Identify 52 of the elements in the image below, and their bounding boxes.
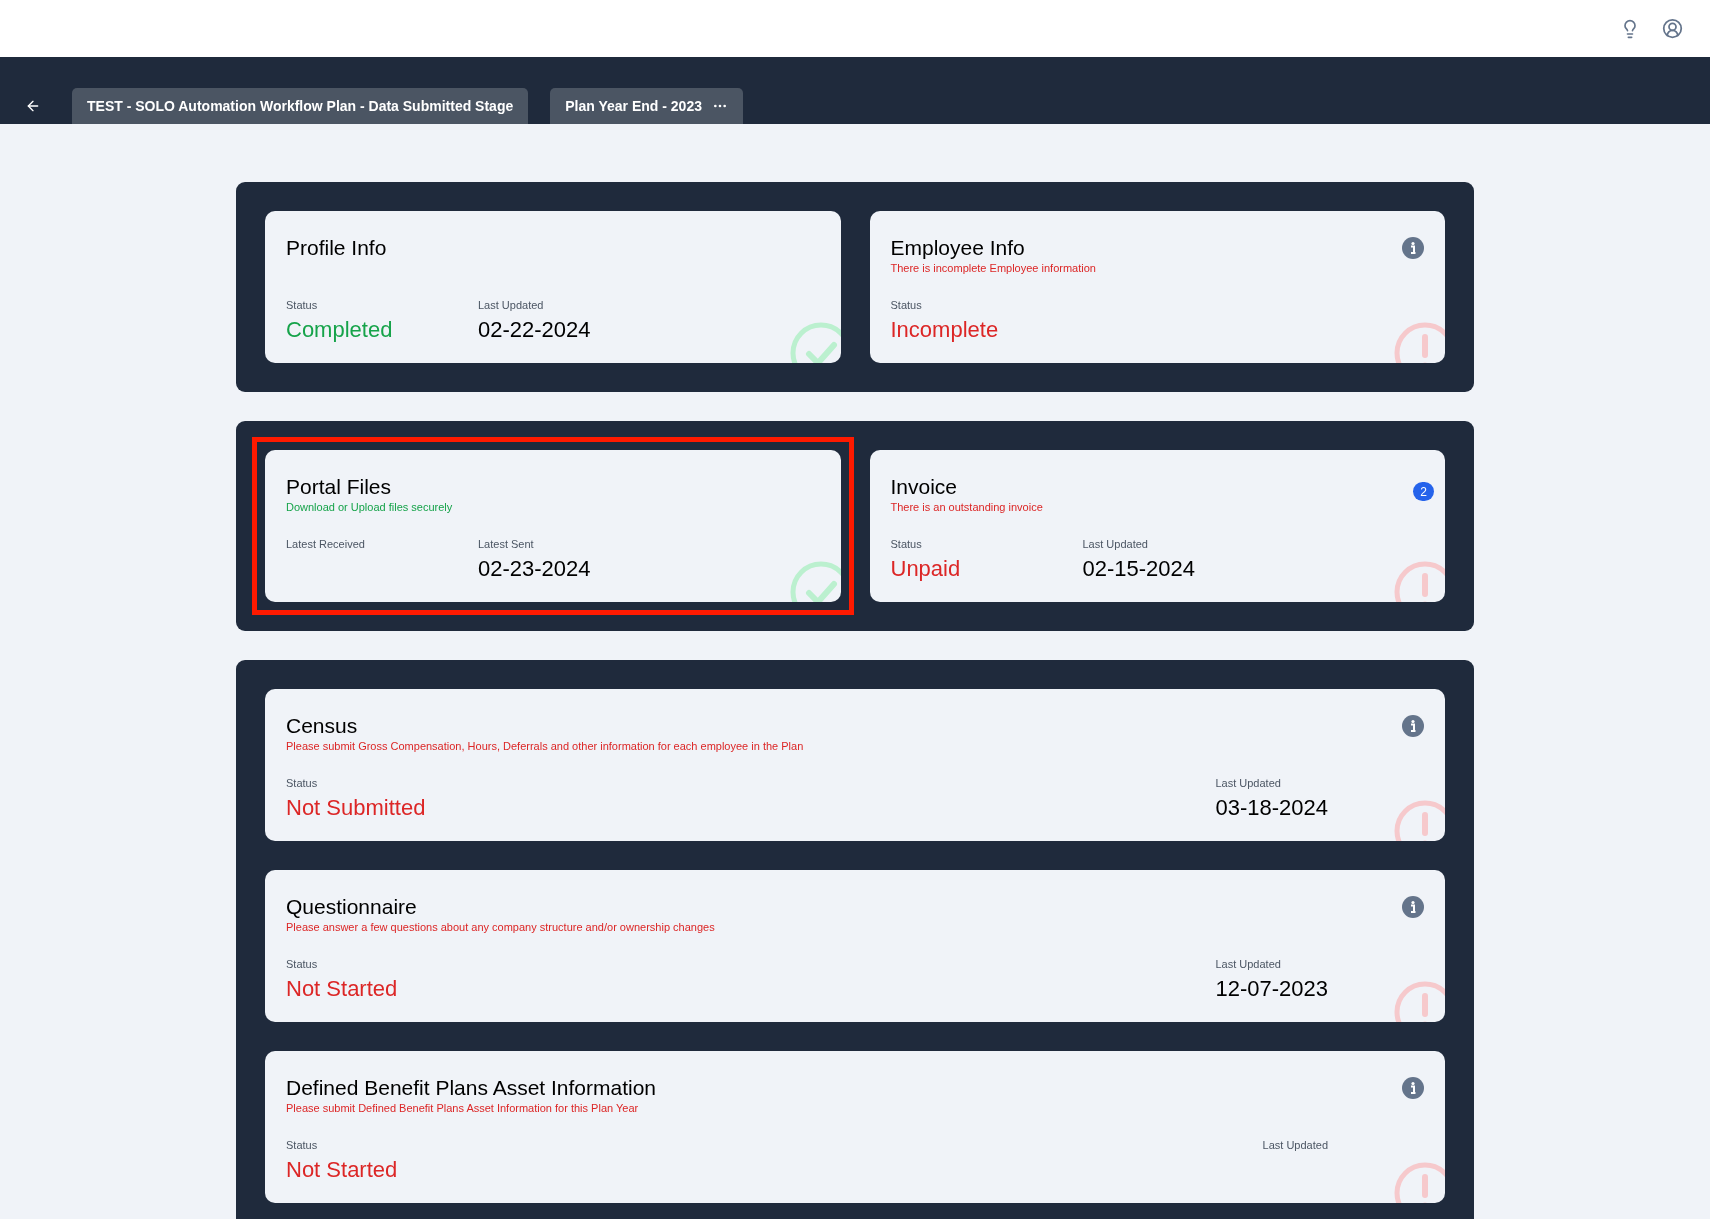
plan-tab[interactable]: Plan Year End - 2023: [550, 88, 743, 124]
field-label: Last Updated: [1082, 536, 1149, 552]
card-title: Census: [286, 713, 359, 739]
status-value: Incomplete: [890, 316, 1000, 344]
date-value: 02-15-2024: [1082, 555, 1197, 583]
field-label: Status: [890, 297, 923, 313]
info-icon[interactable]: [1402, 1077, 1424, 1099]
status-card[interactable]: Profile Info Status Completed Last Updated 02-22-2024: [265, 211, 841, 363]
info-icon[interactable]: [1402, 715, 1424, 737]
field-label: Status: [286, 297, 319, 313]
card-subtitle: Please submit Defined Benefit Plans Asset Information for this Plan Year: [286, 1101, 640, 1115]
card-subtitle: Download or Upload files securely: [286, 500, 453, 514]
card-subtitle: There is an outstanding invoice: [890, 500, 1043, 514]
status-value: Not Started: [286, 1156, 398, 1184]
card-title: Questionnaire: [286, 894, 418, 920]
status-value: Completed: [286, 316, 394, 344]
field-label: Status: [890, 536, 923, 552]
plan-tab[interactable]: TEST - SOLO Automation Workflow Plan - Data Submitted Stage: [72, 88, 529, 124]
status-card[interactable]: Portal Files Download or Upload files securely Latest Received Latest Sent 02-23-2024: [265, 450, 841, 602]
date-value: 12-07-2023: [1215, 975, 1328, 1003]
card-subtitle: There is incomplete Employee information: [890, 261, 1096, 275]
status-value: Not Started: [286, 975, 398, 1003]
card-title: Invoice: [890, 474, 959, 500]
field-label: Status: [286, 1137, 319, 1153]
field-label: Last Updated: [478, 297, 545, 313]
card-title: Profile Info: [286, 235, 387, 261]
status-value: Not Submitted: [286, 794, 426, 822]
field-label: Status: [286, 956, 319, 972]
status-card[interactable]: Invoice There is an outstanding invoice 2 Status Unpaid Last Updated 02-15-2024: [869, 450, 1445, 602]
status-card[interactable]: Defined Benefit Plans Asset Information Please submit Defined Benefit Plans Asset Information for this Plan Year Status Not Started Last Updated: [265, 1051, 1445, 1203]
field-label: Last Updated: [1262, 1137, 1328, 1153]
field-label: Latest Received: [286, 536, 366, 552]
card-subtitle: Please answer a few questions about any company structure and/or ownership changes: [286, 920, 715, 934]
info-icon[interactable]: [1402, 237, 1424, 259]
field-label: Last Updated: [1215, 956, 1281, 972]
date-value: 02-22-2024: [478, 316, 592, 344]
card-title: Portal Files: [286, 474, 393, 500]
status-card[interactable]: Census Please submit Gross Compensation, Hours, Deferrals and other information for each employee in the Plan Status Not Submitted Last Updated 03-18-2024: [265, 689, 1445, 841]
user-account-icon[interactable]: [1662, 18, 1683, 39]
card-subtitle: Please submit Gross Compensation, Hours, Deferrals and other information for each employee in the Plan: [286, 739, 804, 753]
date-value: 02-23-2024: [478, 555, 592, 583]
card-title: Defined Benefit Plans Asset Information: [286, 1075, 657, 1101]
date-value: 03-18-2024: [1215, 794, 1328, 822]
field-label: Status: [286, 775, 319, 791]
field-label: Last Updated: [1215, 775, 1281, 791]
field-label: Latest Sent: [478, 536, 535, 552]
card-title: Employee Info: [890, 235, 1026, 261]
count-badge: 2: [1413, 482, 1434, 501]
status-card[interactable]: Questionnaire Please answer a few questions about any company structure and/or ownership changes Status Not Started Last Updated 12-07-2023: [265, 870, 1445, 1022]
info-icon[interactable]: [1402, 896, 1424, 918]
status-value: Unpaid: [890, 555, 962, 583]
status-card[interactable]: Employee Info There is incomplete Employee information Status Incomplete: [869, 211, 1445, 363]
